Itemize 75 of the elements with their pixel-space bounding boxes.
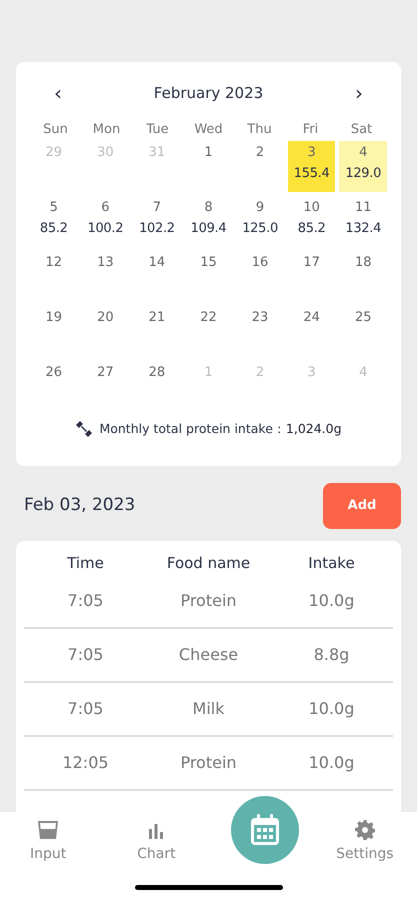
day-number[interactable]: 8 (204, 198, 213, 218)
weekday-label: Sat (350, 121, 374, 139)
day-number[interactable]: 4 (359, 143, 368, 163)
day-number[interactable]: 2 (256, 143, 264, 163)
day-number[interactable]: 25 (354, 308, 372, 328)
day-intake-value: 85.2 (298, 220, 326, 238)
day-intake-value: 155.4 (294, 165, 330, 183)
weekday-label: Thu (246, 121, 273, 139)
day-number[interactable]: 9 (256, 198, 264, 218)
day-number[interactable]: 17 (303, 253, 320, 273)
day-number[interactable]: 10 (303, 198, 320, 218)
time-cell-text: 7:05 (66, 590, 104, 612)
day-number[interactable]: 7 (152, 198, 162, 218)
cup-icon (37, 819, 60, 841)
day-number[interactable]: 19 (46, 308, 62, 328)
food-name-cell-text: Cheese (178, 644, 240, 666)
column-header: Intake (307, 552, 356, 574)
highlighted-day-cell[interactable]: 3 155.4 (288, 141, 336, 192)
day-number[interactable]: 24 (303, 308, 320, 328)
day-number[interactable]: 3 (307, 143, 316, 163)
settings-tab[interactable]: Settings (312, 818, 417, 872)
day-intake-value: 109.4 (190, 220, 226, 238)
day-number[interactable]: 22 (200, 308, 217, 328)
weekday-label: Fri (302, 121, 320, 139)
food-name-cell-text: Protein (179, 752, 238, 774)
selected-date: Feb 03, 2023 (24, 494, 136, 518)
add-button[interactable]: Add (323, 483, 401, 529)
calendar-icon (250, 814, 280, 846)
day-number[interactable]: 5 (50, 198, 58, 218)
food-name-cell-text: Milk (192, 698, 226, 720)
intake-cell-text: 10.0g (308, 698, 356, 720)
intake-cell-text: 8.8g (312, 644, 350, 666)
previous-month-button[interactable]: ‹ (50, 83, 66, 103)
day-number[interactable]: 14 (148, 253, 166, 273)
time-cell-text: 12:05 (61, 752, 110, 774)
next-month-button[interactable]: › (350, 83, 367, 103)
time-cell-text: 7:05 (66, 698, 104, 720)
day-number[interactable]: 27 (97, 363, 114, 383)
day-intake-value: 85.2 (40, 220, 68, 238)
weekday-label: Mon (92, 121, 122, 139)
input-tab[interactable]: Input (0, 818, 104, 872)
day-intake-value: 100.2 (87, 220, 124, 238)
food-name-cell-text: Protein (179, 590, 238, 612)
day-number[interactable]: 16 (252, 253, 268, 273)
column-header: Time (66, 552, 105, 574)
month-title: February 2023 (154, 82, 264, 104)
day-number[interactable]: 28 (148, 363, 166, 383)
dumbbell-icon (75, 421, 94, 438)
intake-cell-text: 10.0g (308, 752, 356, 774)
weekday-label: Wed (193, 121, 224, 139)
day-number[interactable]: 26 (46, 363, 62, 383)
settings-icon (354, 820, 375, 840)
day-number[interactable]: 21 (148, 308, 166, 328)
day-number[interactable]: 18 (354, 253, 372, 273)
weekday-label: Sun (42, 121, 69, 139)
day-number[interactable]: 23 (252, 308, 268, 328)
day-number[interactable]: 15 (200, 253, 217, 273)
highlighted-day-cell[interactable]: 4 129.0 (339, 141, 387, 192)
weekday-label: Tue (145, 121, 170, 139)
day-intake-value: 132.4 (345, 220, 382, 238)
day-intake-value: 125.0 (242, 220, 278, 238)
day-number[interactable]: 6 (101, 198, 110, 218)
bar-chart-icon (147, 821, 166, 839)
day-number[interactable]: 1 (204, 143, 213, 163)
day-number[interactable]: 13 (97, 253, 114, 273)
day-number[interactable]: 20 (97, 308, 114, 328)
intake-cell-text: 10.0g (308, 590, 356, 612)
day-intake-value: 129.0 (345, 165, 382, 183)
monthly-total-text: Monthly total protein intake：1,024.0g (99, 420, 342, 438)
day-intake-value: 102.2 (139, 220, 175, 238)
time-cell-text: 7:05 (66, 644, 104, 666)
chart-tab[interactable]: Chart (104, 818, 208, 872)
day-number[interactable]: 12 (46, 253, 62, 273)
day-number[interactable]: 11 (354, 198, 372, 218)
column-header: Food name (166, 552, 252, 574)
